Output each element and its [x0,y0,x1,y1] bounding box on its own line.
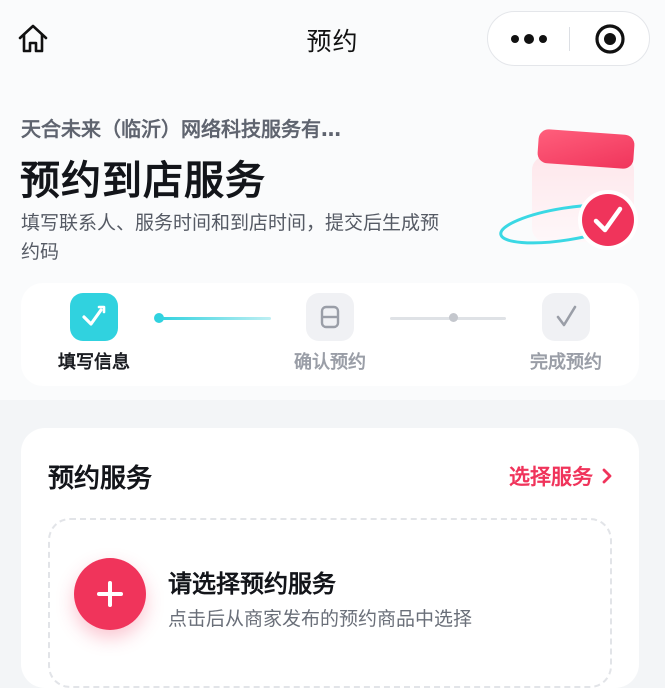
connector-dot [449,313,458,322]
description: 填写联系人、服务时间和到店时间，提交后生成预约码 [21,212,440,263]
target-close-icon [595,23,625,54]
close-button[interactable] [570,12,650,65]
step-icon-container [542,293,590,341]
check-icon [556,305,577,327]
connector-line-inactive [390,317,506,320]
choose-service-label: 选择服务 [509,465,593,489]
picker-subtitle: 点击后从商家发布的预约商品中选择 [168,608,473,630]
merchant-name: 天合未来（临沂）网络科技服务有… [21,117,341,141]
more-dots-icon [510,33,547,44]
headline: 预约到店服务 [20,158,266,204]
plus-icon [97,581,123,607]
document-icon [320,305,340,329]
choose-service-link[interactable]: 选择服务 [509,461,613,491]
step-label: 完成预约 [530,352,602,373]
progress-steps: 填写信息 确认预约 完成预约 [21,283,639,386]
step-fill-info: 填写信息 [34,293,154,374]
step-complete: 完成预约 [506,293,626,374]
service-picker[interactable]: 请选择预约服务 点击后从商家发布的预约商品中选择 [48,518,612,688]
service-card: 预约服务 选择服务 请选择预约服务 点击后从商家发布的预约商品中选择 [21,428,639,688]
connector-line-active [159,317,271,320]
navigation-bar: 预约 [0,0,665,78]
step-confirm: 确认预约 [270,293,390,374]
edit-check-icon [82,305,106,326]
add-service-button[interactable] [74,558,146,630]
section-title: 预约服务 [48,464,153,494]
chevron-right-icon [601,468,613,484]
step-icon-container [70,293,118,341]
picker-title: 请选择预约服务 [168,570,336,598]
step-label: 确认预约 [294,352,366,373]
mini-program-capsule [487,11,650,66]
step-label: 填写信息 [58,352,130,373]
calendar-check-illustration [499,129,638,250]
step-icon-container [306,293,354,341]
more-button[interactable] [488,12,569,65]
